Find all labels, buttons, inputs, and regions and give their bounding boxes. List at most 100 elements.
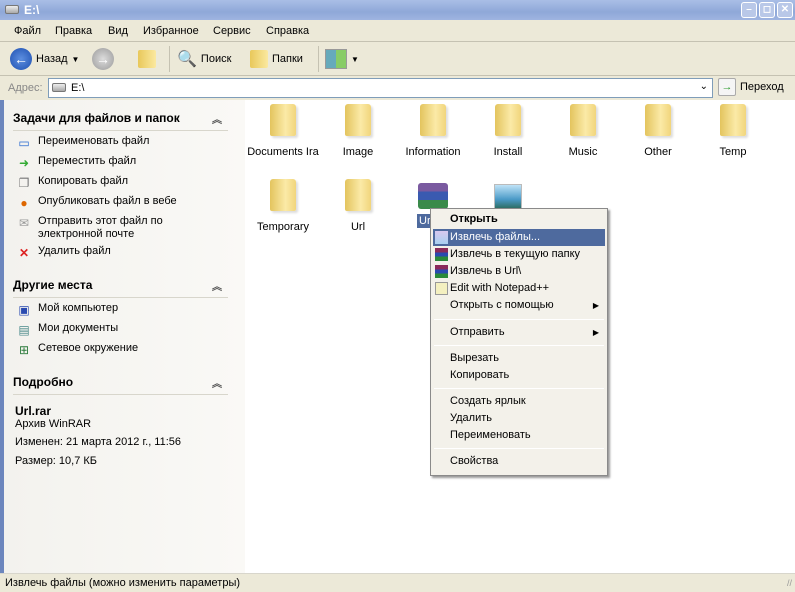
menu-item-edit-notepadpp[interactable]: Edit with Notepad++ — [433, 280, 605, 297]
menu-bar: Файл Правка Вид Избранное Сервис Справка — [0, 20, 795, 42]
details-header[interactable]: Подробно ︽ — [13, 375, 228, 395]
menu-view[interactable]: Вид — [108, 25, 128, 37]
address-label: Адрес: — [8, 82, 43, 94]
collapse-icon[interactable]: ︽ — [212, 375, 222, 390]
collapse-icon[interactable]: ︽ — [212, 111, 222, 126]
section-title: Подробно — [13, 375, 74, 389]
task-label: Удалить файл — [38, 245, 111, 257]
place-label: Сетевое окружение — [38, 342, 139, 354]
folders-icon — [250, 50, 268, 68]
folder-item[interactable]: Temp — [695, 104, 771, 158]
place-my-computer[interactable]: ▣ Мой компьютер — [16, 302, 236, 318]
menu-item-extract-files[interactable]: Извлечь файлы... — [433, 229, 605, 246]
envelope-icon: ✉ — [18, 216, 30, 230]
task-publish[interactable]: ● Опубликовать файл в вебе — [16, 195, 236, 211]
place-label: Мой компьютер — [38, 302, 119, 314]
menu-item-copy[interactable]: Копировать — [433, 367, 605, 384]
menu-edit[interactable]: Правка — [55, 25, 92, 37]
folder-icon — [345, 104, 371, 136]
place-label: Мои документы — [38, 322, 119, 334]
collapse-icon[interactable]: ︽ — [212, 278, 222, 293]
menu-separator — [434, 448, 604, 449]
menu-item-extract-to-folder[interactable]: Извлечь в Url\ — [433, 263, 605, 280]
folder-icon — [270, 104, 296, 136]
window-title: E:\ — [24, 3, 40, 17]
move-icon: ➜ — [18, 156, 30, 170]
menu-item-delete[interactable]: Удалить — [433, 410, 605, 427]
task-copy[interactable]: ❐ Копировать файл — [16, 175, 236, 191]
folder-item[interactable]: Image — [320, 104, 396, 158]
rar-file-item[interactable]: Ur — [395, 183, 471, 228]
places-header[interactable]: Другие места ︽ — [13, 278, 228, 298]
task-label: Опубликовать файл в вебе — [38, 195, 177, 207]
menu-item-send-to[interactable]: Отправить ▶ — [433, 324, 605, 341]
notepadpp-icon — [435, 282, 448, 295]
folder-item[interactable]: Url — [320, 179, 396, 233]
place-my-documents[interactable]: ▤ Мои документы — [16, 322, 236, 338]
folder-item[interactable]: Information — [395, 104, 471, 158]
menu-help[interactable]: Справка — [266, 25, 309, 37]
chevron-down-icon: ▼ — [71, 54, 80, 64]
task-rename[interactable]: ▭ Переименовать файл — [16, 135, 236, 151]
folder-item[interactable]: Music — [545, 104, 621, 158]
go-arrow-icon: → — [718, 78, 736, 96]
task-move[interactable]: ➜ Переместить файл — [16, 155, 236, 171]
views-button[interactable]: ▼ — [325, 48, 359, 70]
network-icon: ⊞ — [18, 343, 30, 357]
detail-modified: Изменен: 21 марта 2012 г., 11:56 — [15, 436, 182, 448]
close-button[interactable]: ✕ — [777, 2, 793, 18]
task-pane: Задачи для файлов и папок ︽ ▭ Переименоват… — [0, 100, 245, 573]
task-email[interactable]: ✉ Отправить этот файл по электронной почт… — [16, 215, 236, 241]
folder-item[interactable]: Documents Ira — [245, 104, 321, 158]
tasks-header[interactable]: Задачи для файлов и папок ︽ — [13, 111, 228, 131]
menu-separator — [434, 319, 604, 320]
folders-label: Папки — [272, 53, 303, 65]
divider — [169, 46, 170, 72]
forward-button[interactable]: → — [92, 48, 114, 70]
menu-separator — [434, 388, 604, 389]
task-delete[interactable]: ✕ Удалить файл — [16, 245, 236, 261]
menu-favorites[interactable]: Избранное — [143, 25, 199, 37]
back-button[interactable]: ← Назад ▼ — [10, 48, 79, 70]
folders-button[interactable]: Папки — [250, 48, 303, 70]
documents-icon: ▤ — [18, 323, 30, 337]
context-menu: Открыть Извлечь файлы... Извлечь в текущ… — [430, 208, 608, 476]
resize-grip-icon[interactable]: // — [787, 578, 792, 588]
menu-item-create-shortcut[interactable]: Создать ярлык — [433, 393, 605, 410]
menu-label: Открыть с помощью — [450, 299, 554, 311]
address-input[interactable]: E:\ ⌄ — [48, 78, 713, 98]
up-folder-button[interactable] — [138, 48, 156, 70]
place-network[interactable]: ⊞ Сетевое окружение — [16, 342, 236, 358]
minimize-button[interactable]: – — [741, 2, 757, 18]
item-label: Temporary — [257, 221, 309, 233]
section-title: Задачи для файлов и папок — [13, 111, 180, 125]
go-button[interactable]: → Переход — [718, 78, 784, 96]
folder-icon — [570, 104, 596, 136]
folder-item[interactable]: Install — [470, 104, 546, 158]
item-label: Information — [405, 146, 461, 158]
folder-up-icon — [138, 50, 156, 68]
menu-item-open[interactable]: Открыть — [433, 211, 605, 228]
menu-item-open-with[interactable]: Открыть с помощью ▶ — [433, 297, 605, 314]
search-button[interactable]: 🔍 Поиск — [177, 48, 231, 70]
toolbar: ← Назад ▼ → 🔍 Поиск Папки ▼ — [0, 42, 795, 76]
task-label: Отправить этот файл по электронной почте — [38, 215, 163, 240]
menu-item-extract-here[interactable]: Извлечь в текущую папку — [433, 246, 605, 263]
menu-item-rename[interactable]: Переименовать — [433, 427, 605, 444]
menu-item-properties[interactable]: Свойства — [433, 453, 605, 470]
menu-label: Извлечь в Url\ — [450, 265, 522, 277]
folder-item[interactable]: Other — [620, 104, 696, 158]
image-file-item[interactable] — [470, 184, 546, 210]
divider — [318, 46, 319, 72]
maximize-button[interactable]: ◻ — [759, 2, 775, 18]
folder-item[interactable]: Temporary — [245, 179, 321, 233]
menu-file[interactable]: Файл — [14, 25, 41, 37]
menu-tools[interactable]: Сервис — [213, 25, 251, 37]
submenu-arrow-icon: ▶ — [592, 328, 599, 337]
folder-icon — [645, 104, 671, 136]
menu-label: Извлечь файлы... — [450, 231, 541, 243]
chevron-down-icon[interactable]: ⌄ — [700, 81, 708, 92]
globe-icon: ● — [20, 196, 28, 210]
rename-icon: ▭ — [18, 136, 30, 150]
menu-item-cut[interactable]: Вырезать — [433, 350, 605, 367]
